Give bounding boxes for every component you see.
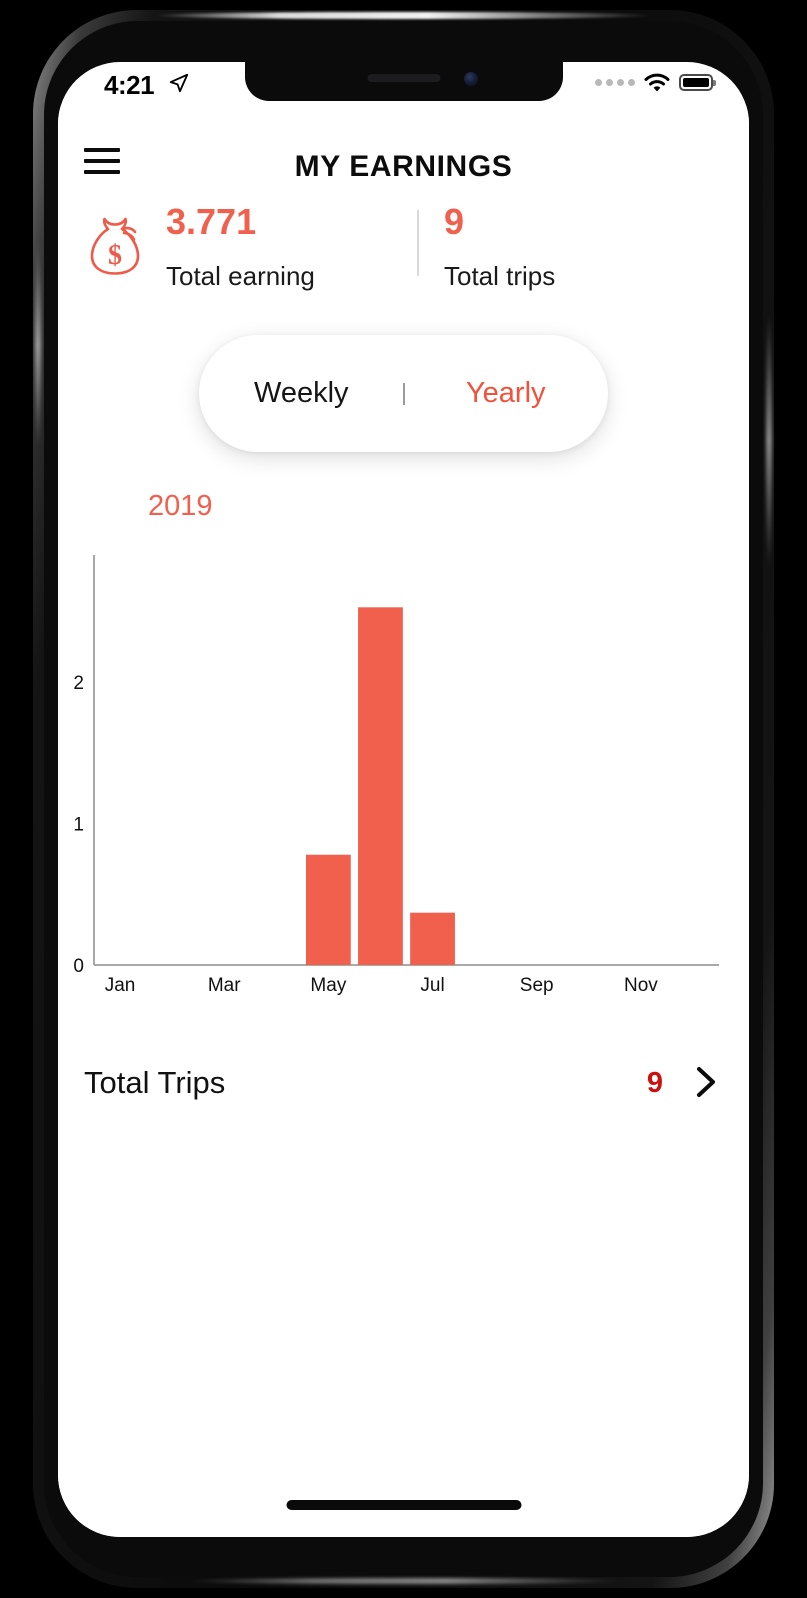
total-trips-row-label: Total Trips	[84, 1065, 226, 1100]
tab-yearly[interactable]: Yearly	[404, 379, 609, 408]
chart-bar	[358, 607, 403, 965]
chart-bar	[305, 854, 351, 965]
signal-dots-icon	[595, 79, 635, 86]
front-camera	[463, 72, 478, 86]
chart-bars	[305, 607, 455, 965]
earpiece-speaker	[367, 74, 440, 82]
y-tick-label: 0	[73, 956, 84, 977]
total-earning-value: 3.771	[166, 201, 257, 242]
frame-gloss-left	[35, 240, 41, 450]
device-notch	[244, 62, 563, 101]
total-earning-label: Total earning	[166, 261, 315, 291]
tab-weekly[interactable]: Weekly	[199, 379, 404, 408]
svg-text:$: $	[108, 240, 122, 271]
frame-gloss-right	[766, 310, 772, 570]
status-bar-time: 4:21	[104, 70, 155, 100]
frame-gloss-top	[153, 12, 654, 19]
total-trips-row[interactable]: Total Trips 9	[58, 1051, 749, 1143]
battery-cap	[713, 79, 716, 86]
earnings-summary: $ 3.771 Total earning 9 Total trips	[58, 198, 749, 324]
earnings-bar-chart: 0 1 2 Jan Mar May Jul Sep Nov	[58, 545, 749, 1035]
total-trips-value-top: 9	[444, 201, 465, 242]
toggle-divider	[402, 382, 405, 405]
period-toggle[interactable]: Weekly Yearly	[199, 335, 608, 452]
total-trips-stat: 9 Total trips	[444, 198, 694, 291]
chart-axes	[93, 555, 719, 966]
page-title: MY EARNINGS	[294, 150, 513, 183]
x-tick-label: Sep	[520, 975, 554, 996]
y-tick-label: 2	[73, 673, 84, 694]
chart-year-label: 2019	[148, 490, 213, 522]
phone-screen: 4:21 MY EARNINGS $ 3.771 Total earning 9…	[58, 62, 749, 1537]
chevron-right-icon[interactable]	[693, 1065, 719, 1099]
status-bar-indicators	[595, 73, 716, 92]
chart-bar	[410, 912, 455, 965]
location-arrow-icon	[169, 73, 189, 93]
total-trips-label-top: Total trips	[444, 261, 556, 291]
app-content: MY EARNINGS $ 3.771 Total earning 9 Tota…	[58, 106, 749, 1537]
money-bag-icon: $	[90, 217, 140, 275]
x-tick-label: Jul	[420, 975, 444, 996]
bar-chart-svg: 0 1 2 Jan Mar May Jul Sep Nov	[73, 555, 719, 996]
frame-gloss-bottom	[183, 1578, 624, 1584]
battery-level-fill	[683, 78, 709, 87]
x-tick-label: May	[310, 975, 346, 996]
summary-divider	[417, 210, 419, 276]
navigation-bar: MY EARNINGS	[58, 106, 749, 194]
chart-x-tick-labels: Jan Mar May Jul Sep Nov	[105, 975, 659, 996]
total-earning-stat: 3.771 Total earning	[166, 198, 456, 291]
x-tick-label: Jan	[105, 975, 136, 996]
battery-full-icon	[679, 74, 716, 91]
x-tick-label: Mar	[208, 975, 241, 996]
y-tick-label: 1	[73, 815, 84, 836]
x-tick-label: Nov	[624, 975, 658, 996]
chart-y-ticks: 0 1 2	[73, 673, 84, 977]
home-indicator	[286, 1500, 521, 1510]
total-trips-row-value: 9	[646, 1067, 663, 1099]
wifi-icon	[644, 73, 670, 92]
